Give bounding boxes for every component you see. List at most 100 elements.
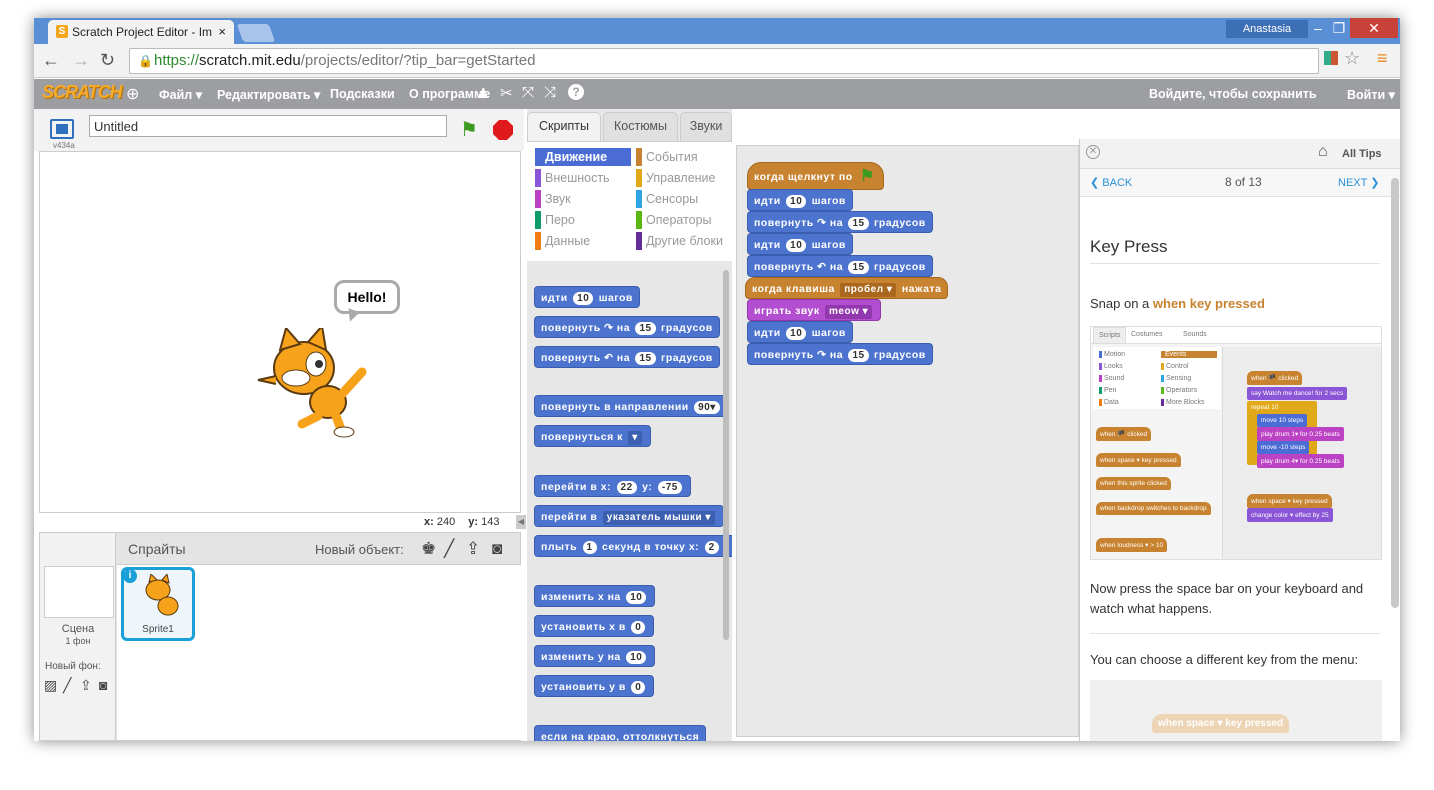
script-turn-right-1[interactable]: повернуть ↷ на 15 градусов bbox=[747, 211, 933, 233]
category-pen[interactable]: Перо bbox=[535, 211, 575, 229]
block-input[interactable]: 10 bbox=[626, 651, 647, 664]
close-window-icon[interactable]: ✕ bbox=[1350, 18, 1398, 38]
collapse-stage-icon[interactable]: ◀ bbox=[516, 515, 526, 529]
block-change-y[interactable]: изменить y на 10 bbox=[534, 645, 656, 667]
profile-button[interactable]: Anastasia bbox=[1226, 20, 1308, 38]
menu-edit[interactable]: Редактировать ▾ bbox=[217, 87, 320, 102]
category-looks[interactable]: Внешность bbox=[535, 169, 610, 187]
upload-backdrop-icon[interactable]: ⇪ bbox=[80, 677, 92, 694]
block-input[interactable]: 10 bbox=[573, 292, 594, 305]
block-go-to-xy[interactable]: перейти в x: 22 y: -75 bbox=[534, 475, 691, 497]
close-tips-icon[interactable]: ✕ bbox=[1086, 145, 1100, 159]
new-tab-button[interactable] bbox=[236, 24, 276, 42]
block-turn-left[interactable]: повернуть ↶ на 15 градусов bbox=[534, 346, 720, 368]
sprite-library-icon[interactable]: ♚ bbox=[421, 539, 436, 559]
fullscreen-icon[interactable] bbox=[50, 119, 74, 139]
block-input[interactable]: 0 bbox=[631, 621, 646, 634]
browser-tab[interactable]: S Scratch Project Editor - Im × bbox=[48, 20, 234, 44]
tab-costumes[interactable]: Костюмы bbox=[603, 112, 678, 141]
category-more-blocks[interactable]: Другие блоки bbox=[636, 232, 723, 250]
block-set-x[interactable]: установить x в 0 bbox=[534, 615, 655, 637]
block-input[interactable]: 15 bbox=[848, 349, 869, 362]
camera-backdrop-icon[interactable]: ◙ bbox=[99, 677, 107, 693]
script-move-3[interactable]: идти 10 шагов bbox=[747, 321, 853, 343]
tab-sounds[interactable]: Звуки bbox=[680, 112, 732, 141]
draw-backdrop-icon[interactable]: ╱ bbox=[63, 677, 71, 694]
block-input[interactable]: 10 bbox=[786, 327, 807, 340]
block-input[interactable]: 15 bbox=[635, 322, 656, 335]
info-icon[interactable]: i bbox=[123, 569, 137, 583]
address-bar[interactable]: 🔒 https://scratch.mit.edu/projects/edito… bbox=[129, 48, 1319, 74]
scratch-logo[interactable]: SCRATCH bbox=[42, 82, 123, 103]
block-glide[interactable]: плыть 1 секунд в точку x: 2 bbox=[534, 535, 732, 557]
reload-icon[interactable]: ↻ bbox=[100, 50, 115, 71]
all-tips-link[interactable]: All Tips bbox=[1342, 148, 1382, 160]
category-events[interactable]: События bbox=[636, 148, 698, 166]
minimize-icon[interactable]: – bbox=[1308, 18, 1328, 38]
block-input[interactable]: 0 bbox=[631, 681, 646, 694]
next-link[interactable]: NEXT ❯ bbox=[1338, 176, 1379, 189]
cat-sprite[interactable] bbox=[256, 328, 376, 438]
block-input[interactable]: 90▾ bbox=[694, 401, 720, 414]
paint-sprite-icon[interactable]: ╱ bbox=[444, 539, 454, 559]
category-operators[interactable]: Операторы bbox=[636, 211, 712, 229]
block-input[interactable]: 2 bbox=[704, 541, 719, 554]
tab-scripts[interactable]: Скрипты bbox=[527, 112, 601, 141]
menu-tips[interactable]: Подсказки bbox=[330, 87, 395, 101]
block-input[interactable]: 1 bbox=[582, 541, 597, 554]
back-arrow-icon[interactable]: ← bbox=[42, 50, 60, 71]
script-play-sound[interactable]: играть звук meow ▾ bbox=[747, 299, 882, 321]
forward-arrow-icon[interactable]: → bbox=[72, 50, 90, 71]
duplicate-stamp-icon[interactable]: ♟ bbox=[477, 85, 490, 102]
script-hat-key[interactable]: когда клавиша пробел ▾ нажата bbox=[745, 277, 949, 299]
block-go-to[interactable]: перейти в указатель мышки ▾ bbox=[534, 505, 724, 527]
block-dropdown[interactable]: указатель мышки ▾ bbox=[602, 511, 715, 525]
script-move-2[interactable]: идти 10 шагов bbox=[747, 233, 853, 255]
home-icon[interactable]: ⌂ bbox=[1318, 143, 1328, 161]
cut-scissors-icon[interactable]: ✂ bbox=[500, 84, 513, 102]
block-bounce[interactable]: если на краю, оттолкнуться bbox=[534, 725, 707, 741]
scripts-area[interactable]: когда щелкнут по ⚑ идти 10 шагов повернут… bbox=[736, 145, 1079, 737]
stage-thumbnail[interactable] bbox=[44, 566, 114, 618]
block-point-towards[interactable]: повернуться к ▾ bbox=[534, 425, 651, 447]
script-move-1[interactable]: идти 10 шагов bbox=[747, 189, 853, 211]
block-input[interactable]: 10 bbox=[786, 239, 807, 252]
block-input[interactable]: 22 bbox=[616, 481, 637, 494]
stop-sign-icon[interactable] bbox=[493, 120, 513, 140]
category-data[interactable]: Данные bbox=[535, 232, 590, 250]
upload-sprite-icon[interactable]: ⇪ bbox=[466, 539, 480, 559]
block-input[interactable]: -75 bbox=[657, 481, 682, 494]
stage-canvas[interactable]: Hello! bbox=[39, 151, 521, 513]
back-link[interactable]: ❮ BACK bbox=[1090, 176, 1132, 189]
category-control[interactable]: Управление bbox=[636, 169, 716, 187]
grow-icon[interactable]: ⤧ bbox=[522, 84, 534, 101]
login-menu[interactable]: Войти ▾ bbox=[1347, 87, 1395, 102]
script-turn-left[interactable]: повернуть ↶ на 15 градусов bbox=[747, 255, 933, 277]
green-flag-icon[interactable]: ⚑ bbox=[460, 117, 478, 142]
extension-icon[interactable] bbox=[1324, 51, 1338, 65]
block-set-y[interactable]: установить y в 0 bbox=[534, 675, 655, 697]
category-motion[interactable]: Движение bbox=[535, 148, 631, 166]
block-dropdown[interactable]: meow ▾ bbox=[825, 305, 873, 319]
category-sensing[interactable]: Сенсоры bbox=[636, 190, 698, 208]
camera-sprite-icon[interactable]: ◙ bbox=[492, 539, 502, 559]
script-hat-flag[interactable]: когда щелкнут по ⚑ bbox=[747, 162, 884, 190]
block-point-direction[interactable]: повернуть в направлении 90▾ bbox=[534, 395, 729, 417]
palette-scrollbar[interactable] bbox=[723, 270, 729, 640]
block-dropdown[interactable]: пробел ▾ bbox=[840, 283, 897, 297]
block-input[interactable]: 15 bbox=[848, 261, 869, 274]
paint-backdrop-icon[interactable]: ▨ bbox=[44, 677, 57, 694]
shrink-icon[interactable]: ⤨ bbox=[544, 84, 556, 101]
block-turn-right[interactable]: повернуть ↷ на 15 градусов bbox=[534, 316, 720, 338]
bookmark-star-icon[interactable]: ☆ bbox=[1344, 48, 1360, 69]
menu-file[interactable]: Файл ▾ bbox=[159, 87, 202, 102]
tips-scrollbar[interactable] bbox=[1391, 178, 1399, 608]
sprite-tile[interactable]: i Sprite1 bbox=[121, 567, 195, 641]
chrome-menu-icon[interactable]: ≡ bbox=[1377, 48, 1388, 69]
block-input[interactable]: 15 bbox=[635, 352, 656, 365]
maximize-icon[interactable]: ❐ bbox=[1328, 18, 1350, 38]
script-turn-right-2[interactable]: повернуть ↷ на 15 градусов bbox=[747, 343, 933, 365]
block-change-x[interactable]: изменить x на 10 bbox=[534, 585, 656, 607]
block-input[interactable]: 10 bbox=[786, 195, 807, 208]
block-input[interactable]: 10 bbox=[626, 591, 647, 604]
